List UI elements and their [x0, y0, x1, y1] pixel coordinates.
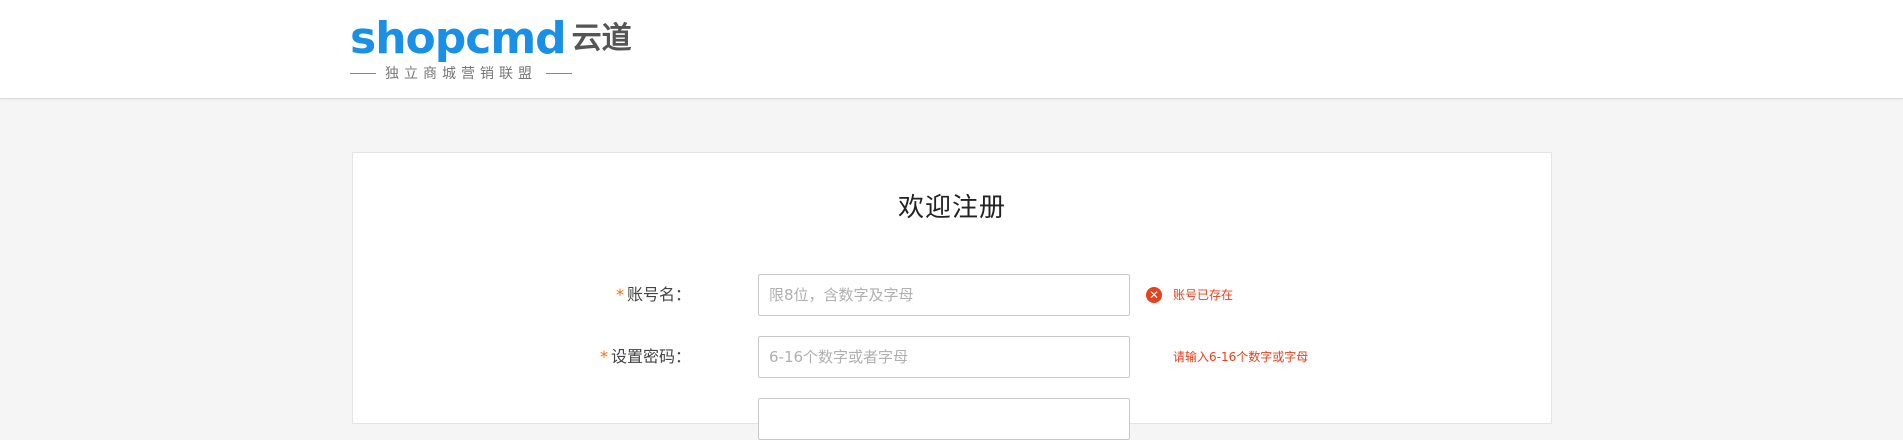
logo-wordmark: shopcmd 云道	[350, 16, 632, 62]
tagline-dash-left	[350, 72, 376, 74]
account-name-error: 账号已存在	[1173, 288, 1234, 302]
logo-word: shopcmd	[350, 13, 567, 64]
logo-cn: 云道	[571, 21, 632, 56]
password-error: 请输入6-16个数字或字母	[1173, 350, 1309, 364]
tagline-dash-right	[546, 72, 572, 74]
required-mark: *	[615, 285, 624, 304]
shopcmd-logo[interactable]: shopcmd 云道 独立商城营销联盟	[350, 16, 632, 86]
third-field-input[interactable]	[758, 398, 1130, 440]
logo-tagline: 独立商城营销联盟	[350, 64, 572, 82]
third-field-row	[353, 398, 1551, 440]
password-input[interactable]	[758, 336, 1130, 378]
password-label-text: 设置密码：	[610, 347, 691, 366]
tagline-text: 独立商城营销联盟	[385, 66, 537, 82]
error-circle-icon: ✕	[1146, 287, 1162, 303]
account-name-input[interactable]	[758, 274, 1130, 316]
password-row: * 设置密码： 请输入6-16个数字或字母	[353, 336, 1551, 378]
register-card: 欢迎注册 *账号名： ✕ 账号已存在 *设置密码： 请输入6-16个数字或字母	[352, 152, 1552, 440]
account-name-label: * 账号名：	[616, 274, 691, 316]
account-name-row: *账号名： ✕ 账号已存在	[353, 274, 1551, 316]
page-title: 欢迎注册	[897, 193, 1006, 223]
account-name-label-text: 账号名：	[626, 285, 691, 304]
password-label: * 设置密码：	[600, 336, 691, 378]
site-header: shopcmd 云道 独立商城营销联盟	[0, 0, 1903, 99]
required-mark: *	[599, 347, 608, 366]
